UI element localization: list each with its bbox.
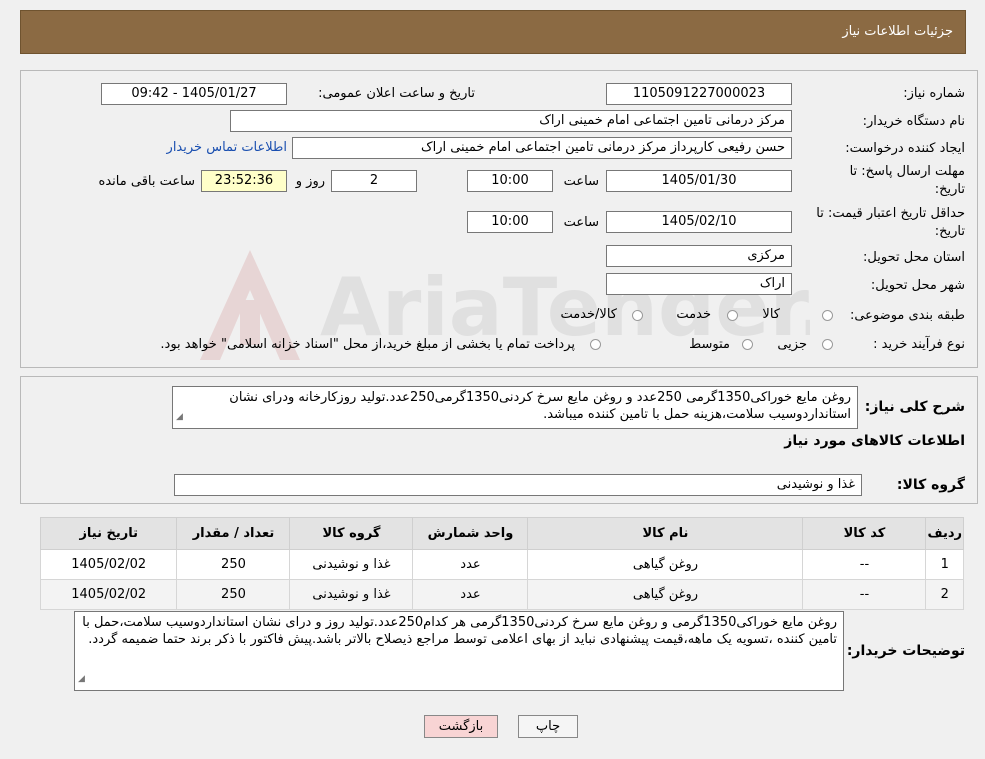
need-number-label: شماره نیاز: bbox=[903, 86, 965, 101]
col-name: نام کالا bbox=[527, 517, 804, 550]
category-radio-goods[interactable] bbox=[822, 310, 833, 321]
deadline-label-line1: مهلت ارسال پاسخ: تا bbox=[849, 164, 965, 179]
validity-time-label: ساعت bbox=[563, 215, 599, 230]
announce-field: 1405/01/27 - 09:42 bbox=[101, 83, 287, 105]
description-label: شرح کلی نیاز: bbox=[864, 399, 965, 415]
process-radio-treasury[interactable] bbox=[590, 339, 601, 350]
need-number-field: 1105091227000023 bbox=[606, 83, 792, 105]
col-code: کد کالا bbox=[802, 517, 927, 550]
page-header: جزئیات اطلاعات نیاز bbox=[20, 10, 966, 54]
buyer-notes-label: توضیحات خریدار: bbox=[846, 643, 965, 659]
col-group: گروه کالا bbox=[289, 517, 414, 550]
goods-section-title: اطلاعات کالاهای مورد نیاز bbox=[784, 433, 965, 449]
buyer-org-label: نام دستگاه خریدار: bbox=[862, 114, 965, 129]
items-table: ردیف کد کالا نام کالا واحد شمارش گروه کا… bbox=[39, 517, 964, 610]
cell-row: 2 bbox=[925, 579, 964, 610]
col-row: ردیف bbox=[925, 517, 964, 550]
deadline-time-field: 10:00 bbox=[467, 170, 553, 192]
days-label: روز و bbox=[295, 174, 325, 189]
process-option-medium: متوسط bbox=[689, 337, 730, 352]
col-qty: تعداد / مقدار bbox=[176, 517, 291, 550]
validity-date-field: 1405/02/10 bbox=[606, 211, 792, 233]
process-radio-medium[interactable] bbox=[742, 339, 753, 350]
buyer-notes-text: روغن مایع خوراکی1350گرمی و روغن مایع سرخ… bbox=[82, 615, 837, 647]
days-remaining-field: 2 bbox=[331, 170, 417, 192]
cell-qty: 250 bbox=[176, 579, 291, 610]
cell-unit: عدد bbox=[412, 579, 529, 610]
cell-name: روغن گیاهی bbox=[527, 549, 804, 580]
cell-qty: 250 bbox=[176, 549, 291, 580]
goods-group-field: غذا و نوشیدنی bbox=[174, 474, 862, 496]
category-radio-goods-service[interactable] bbox=[632, 310, 643, 321]
cell-date: 1405/02/02 bbox=[39, 579, 178, 610]
cell-date: 1405/02/02 bbox=[39, 549, 178, 580]
deadline-label-line2: تاریخ: bbox=[934, 182, 965, 197]
description-field: روغن مایع خوراکی1350گرمی 250عدد و روغن م… bbox=[172, 386, 858, 429]
cell-code: -- bbox=[802, 549, 927, 580]
cell-code: -- bbox=[802, 579, 927, 610]
col-unit: واحد شمارش bbox=[412, 517, 529, 550]
table-row: 2 -- روغن گیاهی عدد غذا و نوشیدنی 250 14… bbox=[39, 579, 964, 610]
page-title: جزئیات اطلاعات نیاز bbox=[842, 24, 953, 39]
announce-label: تاریخ و ساعت اعلان عمومی: bbox=[318, 86, 475, 101]
cell-group: غذا و نوشیدنی bbox=[289, 549, 414, 580]
category-radio-service[interactable] bbox=[727, 310, 738, 321]
col-date: تاریخ نیاز bbox=[39, 517, 178, 550]
city-label: شهر محل تحویل: bbox=[870, 278, 965, 293]
deadline-time-label: ساعت bbox=[563, 174, 599, 189]
print-button[interactable]: چاپ bbox=[518, 715, 578, 738]
process-note: پرداخت تمام یا بخشی از مبلغ خرید،از محل … bbox=[160, 337, 575, 352]
process-option-minor: جزیی bbox=[777, 337, 807, 352]
validity-label-line2: تاریخ: bbox=[934, 224, 965, 239]
category-option-goods: کالا bbox=[762, 307, 780, 322]
resize-grip-icon[interactable]: ◢ bbox=[176, 409, 183, 426]
table-header-row: ردیف کد کالا نام کالا واحد شمارش گروه کا… bbox=[39, 517, 964, 550]
deadline-date-field: 1405/01/30 bbox=[606, 170, 792, 192]
remaining-time-field: 23:52:36 bbox=[201, 170, 287, 192]
goods-group-label: گروه کالا: bbox=[896, 477, 965, 493]
category-option-service: خدمت bbox=[676, 307, 711, 322]
validity-time-field: 10:00 bbox=[467, 211, 553, 233]
cell-row: 1 bbox=[925, 549, 964, 580]
buyer-notes-field: روغن مایع خوراکی1350گرمی و روغن مایع سرخ… bbox=[74, 611, 844, 691]
deadline-label: مهلت ارسال پاسخ: تا تاریخ: bbox=[850, 163, 965, 199]
back-button[interactable]: بازگشت bbox=[424, 715, 498, 738]
resize-grip-icon[interactable]: ◢ bbox=[78, 671, 85, 688]
validity-label-line1: حداقل تاریخ اعتبار قیمت: تا bbox=[816, 206, 965, 221]
validity-label: حداقل تاریخ اعتبار قیمت: تا تاریخ: bbox=[816, 205, 965, 241]
category-option-goods-service: کالا/خدمت bbox=[560, 307, 617, 322]
creator-field: حسن رفیعی کارپرداز مرکز درمانی تامین اجت… bbox=[292, 137, 792, 159]
creator-label: ایجاد کننده درخواست: bbox=[845, 141, 965, 156]
province-label: استان محل تحویل: bbox=[863, 250, 965, 265]
buyer-contact-link[interactable]: اطلاعات تماس خریدار bbox=[167, 140, 287, 155]
cell-group: غذا و نوشیدنی bbox=[289, 579, 414, 610]
cell-unit: عدد bbox=[412, 549, 529, 580]
remaining-label: ساعت باقی مانده bbox=[98, 174, 195, 189]
city-field: اراک bbox=[606, 273, 792, 295]
buyer-org-field: مرکز درمانی تامین اجتماعی امام خمینی ارا… bbox=[230, 110, 792, 132]
province-field: مرکزی bbox=[606, 245, 792, 267]
category-label: طبقه بندی موضوعی: bbox=[849, 308, 965, 323]
process-label: نوع فرآیند خرید : bbox=[873, 337, 965, 352]
cell-name: روغن گیاهی bbox=[527, 579, 804, 610]
table-row: 1 -- روغن گیاهی عدد غذا و نوشیدنی 250 14… bbox=[39, 549, 964, 580]
process-radio-minor[interactable] bbox=[822, 339, 833, 350]
description-text: روغن مایع خوراکی1350گرمی 250عدد و روغن م… bbox=[229, 390, 851, 422]
